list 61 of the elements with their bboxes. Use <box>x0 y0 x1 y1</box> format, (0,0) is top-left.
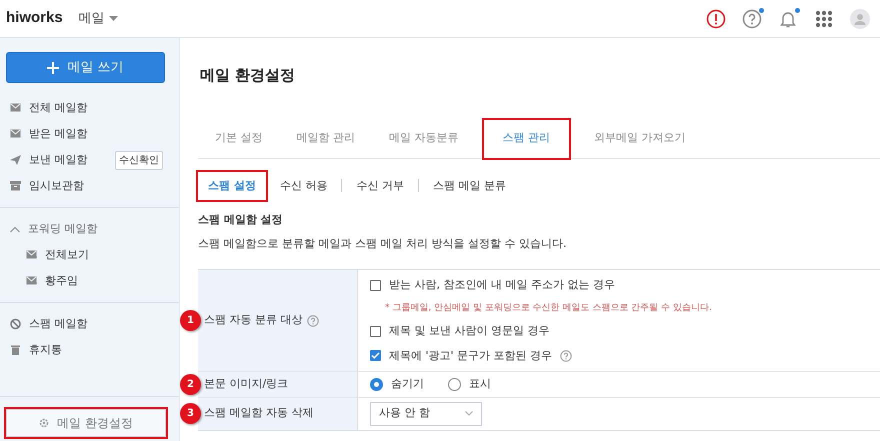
option-label: 숨기기 <box>391 376 424 392</box>
tab[interactable]: 스팸 관리 <box>484 120 569 158</box>
forward-mail-icon <box>26 249 37 261</box>
setting-label: 스팸 메일함 자동 삭제 <box>204 405 314 422</box>
step-marker: 3 <box>180 403 201 424</box>
read-receipt-badge[interactable]: 수신확인 <box>115 150 163 170</box>
dropdown[interactable]: 사용 안 함 <box>370 402 482 426</box>
help-icon[interactable] <box>306 314 318 326</box>
step-marker: 2 <box>180 374 201 395</box>
mailbox-item[interactable]: 스팸 메일함 <box>0 311 179 337</box>
radio-button[interactable] <box>370 378 383 391</box>
mailbox-item[interactable]: 전체보기 <box>0 242 179 268</box>
setting-label: 본문 이미지/링크 <box>204 376 288 392</box>
checkbox[interactable] <box>370 350 381 362</box>
sub-tab[interactable]: 스팸 메일 분류 <box>422 174 516 197</box>
tab[interactable]: 메일함 관리 <box>280 120 372 158</box>
tab[interactable]: 기본 설정 <box>198 120 280 158</box>
alert-icon[interactable] <box>706 8 726 28</box>
caret-icon <box>108 16 118 22</box>
trash-icon <box>10 344 21 356</box>
section-description: 스팸 메일함으로 분류할 메일과 스팸 메일 처리 방식을 설정할 수 있습니다. <box>198 236 568 252</box>
sub-tab[interactable]: 스팸 설정 <box>198 172 266 200</box>
chevron-icon <box>465 411 473 416</box>
sub-tab[interactable]: 수신 거부 <box>346 174 414 197</box>
checkbox[interactable] <box>370 326 381 337</box>
mailbox-item[interactable]: 휴지통 <box>0 337 179 363</box>
mailbox-item[interactable]: 받은 메일함 <box>0 121 179 147</box>
page-title: 메일 환경설정 <box>200 65 296 86</box>
radio-button[interactable] <box>448 378 461 391</box>
option-label: 제목 및 보낸 사람이 영문일 경우 <box>389 323 550 339</box>
mailbox-item[interactable]: 황주임 <box>0 268 179 294</box>
checkbox[interactable] <box>370 280 381 291</box>
plus-icon <box>47 62 60 74</box>
setting-label: 스팸 자동 분류 대상 <box>204 312 302 328</box>
mailbox-item[interactable]: 보낸 메일함 수신확인 <box>0 147 179 173</box>
help-icon[interactable] <box>742 8 762 28</box>
logo[interactable]: hiworks <box>6 7 63 30</box>
tab[interactable]: 메일 자동분류 <box>372 120 476 158</box>
folder-toggle[interactable]: 포워딩 메일함 <box>0 216 179 242</box>
apps-icon[interactable] <box>814 8 834 28</box>
mail-icon <box>10 102 21 114</box>
option-label: 제목에 '광고' 문구가 포함된 경우 <box>389 348 552 364</box>
mail-icon <box>10 128 21 140</box>
sub-tab[interactable]: 수신 허용 <box>270 174 338 197</box>
mailbox-item[interactable]: 전체 메일함 <box>0 95 179 121</box>
help-icon[interactable] <box>560 350 572 362</box>
step-marker: 1 <box>180 310 201 331</box>
block-icon <box>10 318 21 330</box>
send-icon <box>10 154 21 166</box>
archive-icon <box>10 180 21 192</box>
option-label: 표시 <box>469 376 491 392</box>
warning-note: * 그룹메일, 안심메일 및 포워딩으로 수신한 메일도 스팸으로 간주될 수 있습니다. <box>384 302 713 314</box>
forward-mail-icon <box>26 275 37 287</box>
mailbox-item[interactable]: 임시보관함 <box>0 173 179 199</box>
settings-icon <box>39 418 50 428</box>
option-label: 받는 사람, 참조인에 내 메일 주소가 없는 경우 <box>389 277 615 293</box>
settings-button[interactable]: 메일 환경설정 <box>6 409 166 437</box>
tab[interactable]: 외부메일 가져오기 <box>577 120 702 158</box>
compose-button[interactable]: 메일 쓰기 <box>6 52 165 83</box>
app-menu[interactable]: 메일 <box>78 8 118 28</box>
section-title: 스팸 메일함 설정 <box>198 212 284 228</box>
